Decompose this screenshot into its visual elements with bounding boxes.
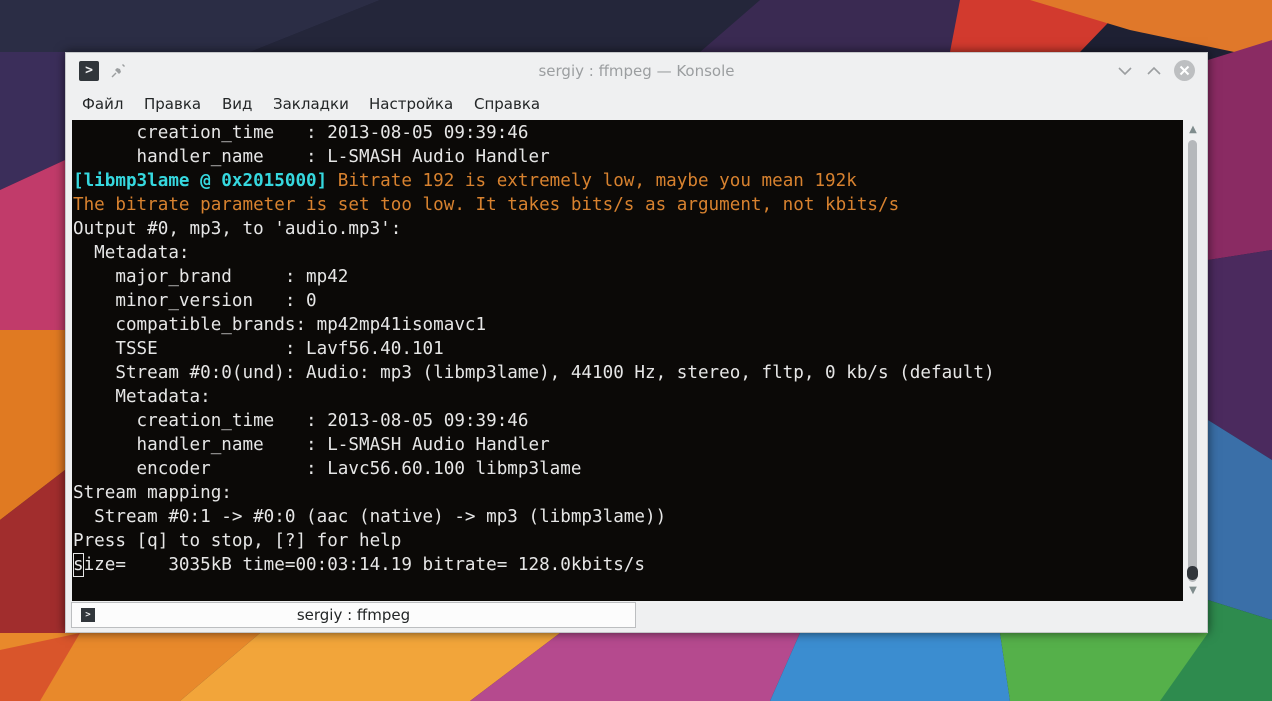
terminal-line: [libmp3lame @ 0x2015000] Bitrate 192 is … (73, 169, 857, 193)
terminal-text: Metadata: (73, 387, 211, 407)
tab-label: sergiy : ffmpeg (296, 606, 411, 624)
scroll-handle[interactable] (1187, 566, 1198, 580)
terminal-cursor: s (73, 553, 84, 577)
terminal-text: encoder : Lavc56.60.100 libmp3lame (73, 459, 582, 479)
menu-edit[interactable]: Правка (144, 91, 201, 117)
terminal-text: handler_name : L-SMASH Audio Handler (73, 435, 550, 455)
tab-session[interactable]: > sergiy : ffmpeg (71, 602, 636, 628)
terminal-text: Bitrate 192 is extremely low, maybe you … (327, 171, 857, 191)
close-icon[interactable] (1174, 60, 1195, 81)
terminal-line: creation_time : 2013-08-05 09:39:46 (73, 121, 529, 145)
terminal-text: Stream #0:0(und): Audio: mp3 (libmp3lame… (73, 363, 995, 383)
terminal-text: creation_time : 2013-08-05 09:39:46 (73, 411, 529, 431)
terminal-text: [libmp3lame @ 0x2015000] (73, 171, 328, 191)
terminal-text: handler_name : L-SMASH Audio Handler (73, 147, 550, 167)
konsole-window: > sergiy : ffmpeg — Konsole Файл Правка … (65, 52, 1208, 633)
terminal-text: Stream mapping: (73, 483, 232, 503)
menu-file[interactable]: Файл (82, 91, 123, 117)
terminal-line: major_brand : mp42 (73, 265, 348, 289)
scroll-track[interactable] (1188, 140, 1197, 582)
terminal-line: handler_name : L-SMASH Audio Handler (73, 433, 550, 457)
menu-view[interactable]: Вид (222, 91, 252, 117)
terminal-text: Output #0, mp3, to 'audio.mp3': (73, 219, 402, 239)
chevron-up-icon[interactable] (1144, 61, 1164, 81)
menu-help[interactable]: Справка (474, 91, 540, 117)
terminal-text: Press [q] to stop, [?] for help (73, 531, 402, 551)
tab-bar: > sergiy : ffmpeg (66, 601, 1207, 631)
title-bar[interactable]: > sergiy : ffmpeg — Konsole (66, 53, 1207, 89)
terminal-text: compatible_brands: mp42mp41isomavc1 (73, 315, 487, 335)
terminal-text: minor_version : 0 (73, 291, 317, 311)
vertical-scrollbar[interactable]: ▲ ▼ (1183, 120, 1203, 601)
terminal-text: Stream #0:1 -> #0:0 (aac (native) -> mp3… (73, 507, 667, 527)
terminal-line: The bitrate parameter is set too low. It… (73, 193, 899, 217)
terminal-line: Stream mapping: (73, 481, 232, 505)
terminal-line: minor_version : 0 (73, 289, 317, 313)
terminal-line: Press [q] to stop, [?] for help (73, 529, 401, 553)
menu-bar: Файл Правка Вид Закладки Настройка Справ… (66, 91, 1207, 117)
terminal-output[interactable]: creation_time : 2013-08-05 09:39:46 hand… (72, 120, 1183, 601)
terminal-line: size= 3035kB time=00:03:14.19 bitrate= 1… (73, 553, 645, 577)
terminal-line: Stream #0:1 -> #0:0 (aac (native) -> mp3… (73, 505, 666, 529)
terminal-text: The bitrate parameter is set too low. It… (73, 195, 900, 215)
menu-bookmarks[interactable]: Закладки (273, 91, 349, 117)
terminal-text: creation_time : 2013-08-05 09:39:46 (73, 123, 529, 143)
menu-settings[interactable]: Настройка (369, 91, 453, 117)
terminal-text: TSSE : Lavf56.40.101 (73, 339, 444, 359)
terminal-line: Output #0, mp3, to 'audio.mp3': (73, 217, 401, 241)
terminal-line: Metadata: (73, 385, 211, 409)
terminal-line: encoder : Lavc56.60.100 libmp3lame (73, 457, 582, 481)
scroll-down-icon[interactable]: ▼ (1187, 585, 1199, 597)
terminal-text: major_brand : mp42 (73, 267, 349, 287)
terminal-text: ize= 3035kB time=00:03:14.19 bitrate= 12… (83, 555, 645, 575)
terminal-line: TSSE : Lavf56.40.101 (73, 337, 444, 361)
chevron-down-icon[interactable] (1115, 61, 1135, 81)
terminal-line: Stream #0:0(und): Audio: mp3 (libmp3lame… (73, 361, 995, 385)
terminal-line: handler_name : L-SMASH Audio Handler (73, 145, 550, 169)
terminal-line: Metadata: (73, 241, 190, 265)
terminal-text: Metadata: (73, 243, 190, 263)
window-title: sergiy : ffmpeg — Konsole (538, 62, 735, 80)
terminal-line: creation_time : 2013-08-05 09:39:46 (73, 409, 529, 433)
terminal-line: compatible_brands: mp42mp41isomavc1 (73, 313, 486, 337)
scroll-up-icon[interactable]: ▲ (1187, 124, 1199, 136)
